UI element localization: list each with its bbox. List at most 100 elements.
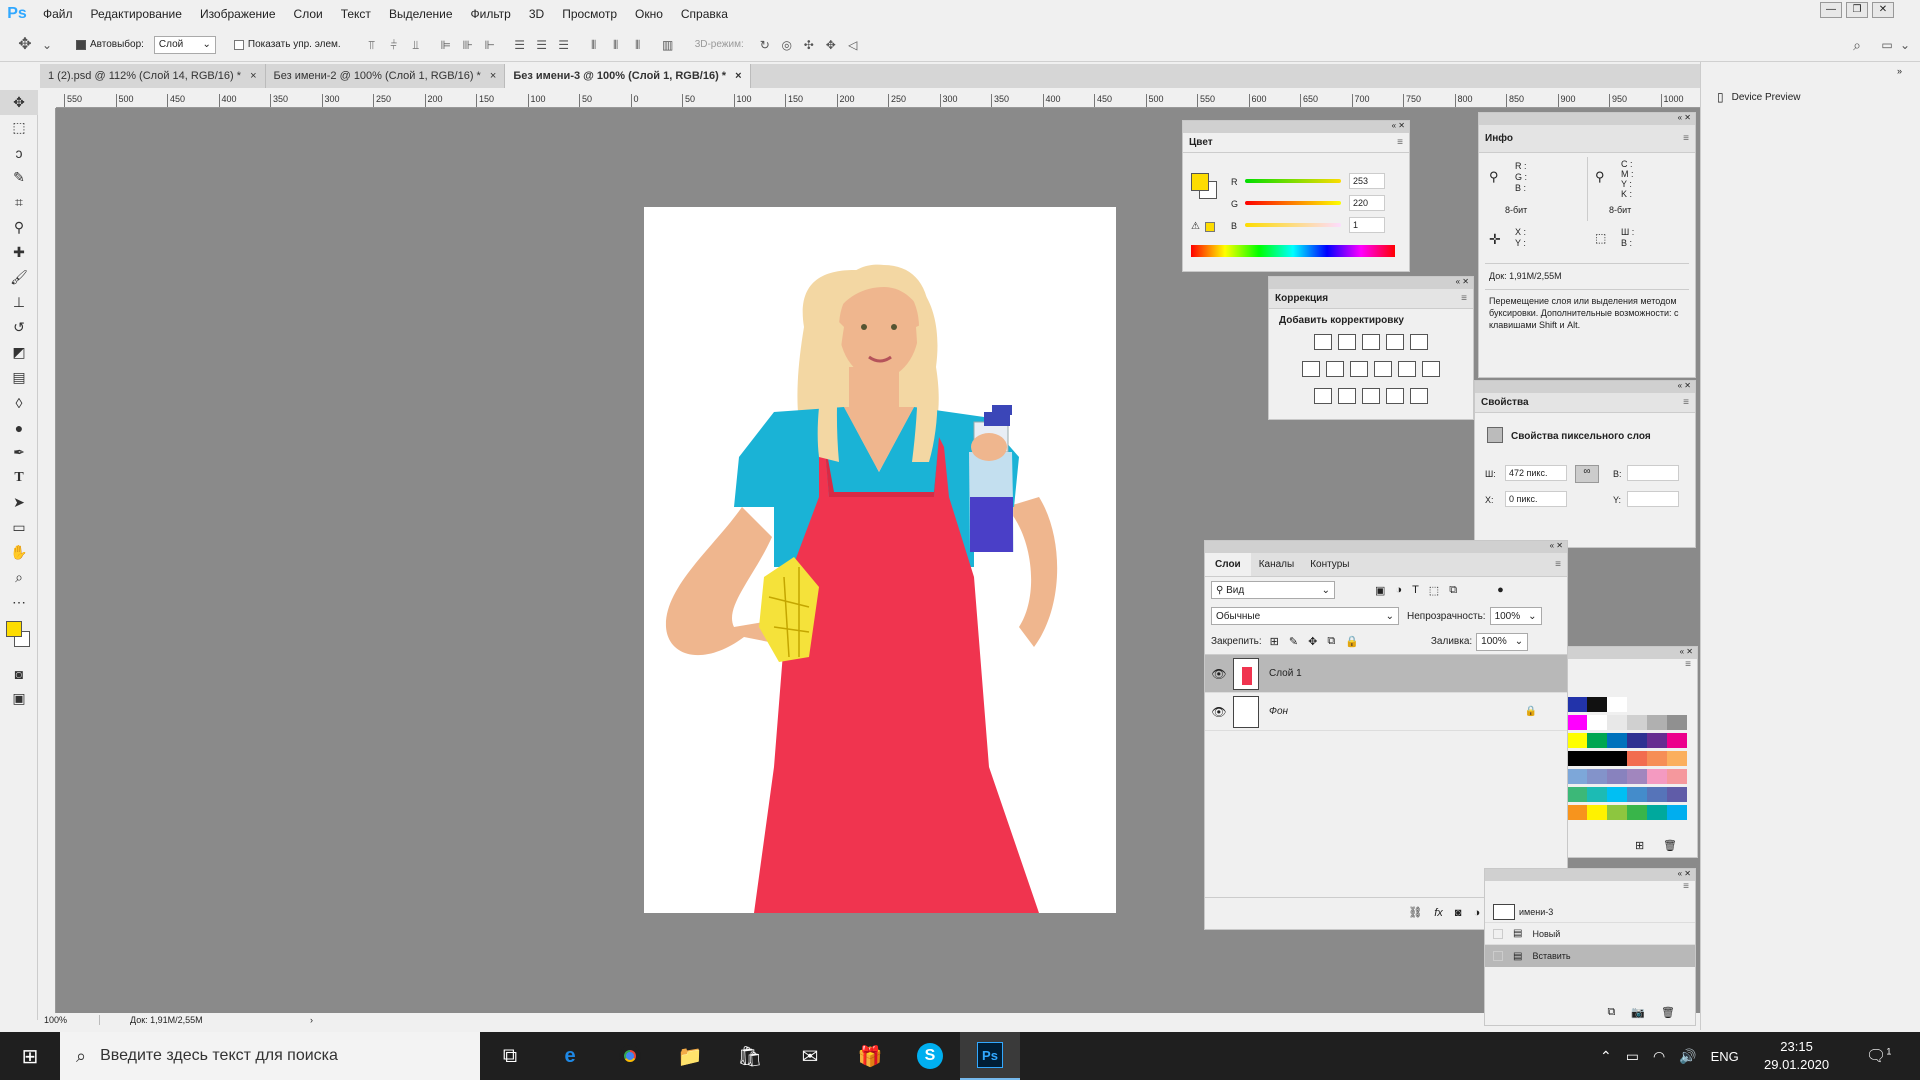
path-select-tool-icon[interactable]: ➤ (0, 490, 38, 515)
lock-all-icon[interactable]: 🔒 (1345, 635, 1359, 648)
edge-icon[interactable]: e (540, 1032, 600, 1080)
layer-row-background[interactable]: 👁 Фон 🔒 (1205, 693, 1567, 731)
color-swatch[interactable] (1567, 805, 1587, 820)
y-field[interactable] (1627, 491, 1679, 507)
auto-align-icon[interactable]: ▥ (661, 38, 675, 52)
filter-shape-icon[interactable]: ⬚ (1429, 584, 1439, 597)
notification-icon[interactable]: 🗨1 (1866, 1046, 1891, 1066)
color-swatch[interactable] (1627, 697, 1647, 712)
align-hcenter-icon[interactable]: ⊪ (461, 38, 475, 52)
color-swatch[interactable] (1647, 751, 1667, 766)
volume-icon[interactable]: 🔊 (1679, 1048, 1696, 1065)
levels-icon[interactable] (1338, 334, 1356, 350)
menu-item[interactable]: Фильтр (462, 0, 520, 28)
clock[interactable]: 23:15 29.01.2020 (1764, 1038, 1829, 1074)
layer-row-layer1[interactable]: 👁 Слой 1 (1205, 655, 1567, 693)
distribute-bottom-icon[interactable]: ☰ (557, 38, 571, 52)
color-swatch[interactable] (1667, 787, 1687, 802)
link-layers-icon[interactable]: ⛓ (1408, 906, 1422, 919)
move-tool-icon[interactable]: ✥ (18, 36, 32, 52)
color-swatch[interactable] (1667, 751, 1687, 766)
store-icon[interactable]: 🛍 (720, 1032, 780, 1080)
color-swatch[interactable] (1607, 697, 1627, 712)
type-tool-icon[interactable]: T (0, 465, 38, 490)
windows-start-icon[interactable]: ⊞ (0, 1032, 60, 1080)
3d-scale-icon[interactable]: ◁ (846, 38, 860, 52)
align-right-icon[interactable]: ⊩ (483, 38, 497, 52)
brightness-icon[interactable] (1314, 334, 1332, 350)
color-swatch[interactable] (1667, 715, 1687, 730)
color-swatch[interactable] (1567, 751, 1587, 766)
lasso-tool-icon[interactable]: ↄ (0, 140, 38, 165)
crop-tool-icon[interactable]: ⌗ (0, 190, 38, 215)
distribute-right-icon[interactable]: ⦀ (631, 38, 645, 52)
tab-layers[interactable]: Слои (1205, 553, 1251, 576)
filter-adjust-icon[interactable]: ◑ (1395, 584, 1402, 597)
quick-select-tool-icon[interactable]: ✎ (0, 165, 38, 190)
document-canvas[interactable] (644, 207, 1116, 913)
autoselect-dropdown[interactable]: Слой ⌄ (153, 35, 216, 54)
rectangle-tool-icon[interactable]: ▭ (0, 515, 38, 540)
menu-item[interactable]: Просмотр (553, 0, 626, 28)
lock-pixels-icon[interactable]: ✎ (1289, 635, 1298, 648)
distribute-hcenter-icon[interactable]: ⦀ (609, 38, 623, 52)
mail-icon[interactable]: ✉ (780, 1032, 840, 1080)
pen-tool-icon[interactable]: ✒ (0, 440, 38, 465)
tab-close-icon[interactable]: × (250, 70, 256, 82)
color-swatch[interactable] (1567, 769, 1587, 784)
history-item[interactable]: ▤ Новый (1485, 923, 1695, 945)
align-vcenter-icon[interactable]: ⫩ (387, 38, 401, 52)
color-swatch[interactable] (1587, 751, 1607, 766)
color-swatch[interactable] (1607, 751, 1627, 766)
color-swatch[interactable] (1627, 805, 1647, 820)
color-swatch[interactable] (1587, 697, 1607, 712)
chevron-down-icon[interactable]: ⌄ (1898, 38, 1912, 52)
trash-icon[interactable]: 🗑 (1663, 839, 1677, 852)
photo-filter-icon[interactable] (1374, 361, 1392, 377)
menu-item[interactable]: Изображение (191, 0, 285, 28)
color-swatch[interactable] (1607, 733, 1627, 748)
tab-channels[interactable]: Каналы (1251, 553, 1303, 576)
menu-item[interactable]: Слои (285, 0, 332, 28)
color-swatch[interactable] (1647, 715, 1667, 730)
workspace-icon[interactable]: ▭ (1880, 38, 1894, 52)
3d-pan-icon[interactable]: ✣ (802, 38, 816, 52)
history-brush-source[interactable] (1493, 928, 1503, 939)
show-transform-checkbox[interactable] (233, 39, 244, 50)
align-left-icon[interactable]: ⊫ (439, 38, 453, 52)
restore-button[interactable]: ❐ (1846, 2, 1868, 18)
color-swatch[interactable] (1647, 787, 1667, 802)
color-swatch[interactable] (1647, 733, 1667, 748)
lock-position-icon[interactable]: ✥ (1308, 635, 1317, 648)
opacity-field[interactable]: 100% ⌄ (1489, 607, 1542, 625)
color-swatch[interactable] (1567, 697, 1587, 712)
height-field[interactable] (1627, 465, 1679, 481)
color-swatch[interactable] (1587, 787, 1607, 802)
color-balance-icon[interactable] (1326, 361, 1344, 377)
close-window-button[interactable]: ✕ (1872, 2, 1894, 18)
eye-icon[interactable]: 👁 (1205, 705, 1233, 719)
color-swatch[interactable] (1627, 733, 1647, 748)
adjustment-layer-icon[interactable]: ◑ (1473, 907, 1480, 919)
color-swatch[interactable] (1667, 805, 1687, 820)
color-spectrum[interactable] (1191, 245, 1395, 257)
link-icon[interactable]: ∞ (1575, 465, 1599, 483)
filter-smart-icon[interactable]: ⧉ (1449, 584, 1457, 597)
healing-brush-tool-icon[interactable]: ✚ (0, 240, 38, 265)
lock-transparency-icon[interactable]: ⊞ (1270, 635, 1279, 648)
taskbar-search[interactable]: ⌕ Введите здесь текст для поиска (60, 1032, 480, 1080)
color-swatch[interactable] (1587, 715, 1607, 730)
eraser-tool-icon[interactable]: ◩ (0, 340, 38, 365)
g-slider[interactable] (1245, 201, 1341, 205)
color-swatch[interactable] (1627, 787, 1647, 802)
autoselect-checkbox[interactable] (76, 39, 86, 50)
layer-name[interactable]: Фон (1269, 706, 1288, 717)
menu-icon[interactable]: ≡ (1567, 659, 1697, 681)
invert-icon[interactable] (1314, 388, 1332, 404)
dock-collapse-icon[interactable]: » (1897, 66, 1902, 76)
battery-icon[interactable]: ▭ (1626, 1048, 1639, 1065)
history-brush-source[interactable] (1493, 951, 1503, 961)
menu-item[interactable]: 3D (520, 0, 553, 28)
filter-toggle-icon[interactable]: ● (1497, 584, 1504, 596)
selective-color-icon[interactable] (1386, 388, 1404, 404)
